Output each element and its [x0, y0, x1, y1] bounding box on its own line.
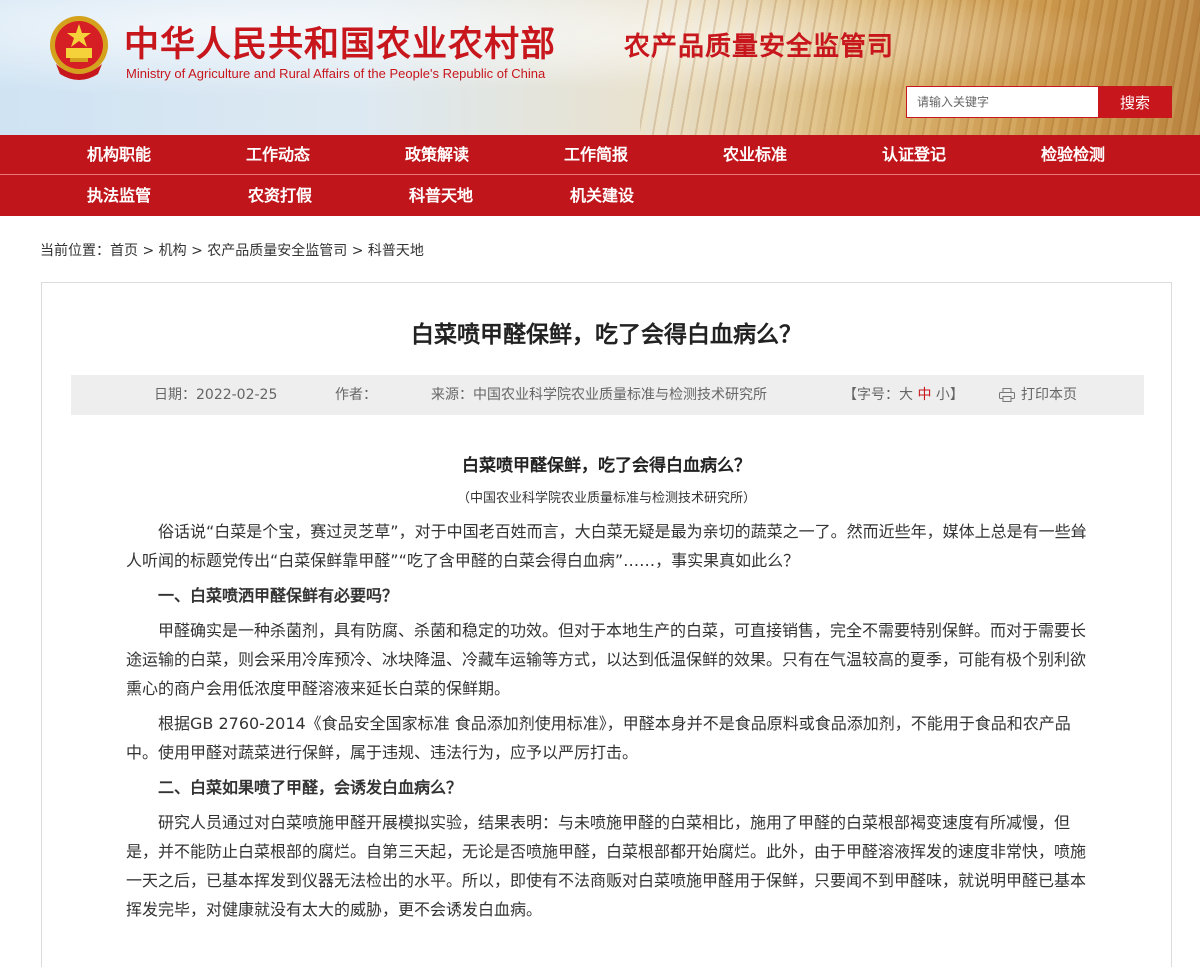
- paragraph-intro: 俗话说“白菜是个宝，赛过灵芝草”，对于中国老百姓而言，大白菜无疑是最为亲切的蔬菜…: [126, 522, 1087, 570]
- site-title-en[interactable]: Ministry of Agriculture and Rural Affair…: [126, 66, 545, 81]
- nav-item-nongzi-dajia[interactable]: 农资打假: [248, 176, 409, 216]
- section-heading-1: 一、白菜喷洒甲醛保鲜有必要吗？: [158, 586, 399, 605]
- nav-item-zhifa-jianguan[interactable]: 执法监管: [0, 176, 248, 216]
- font-size-suffix: 】: [949, 387, 964, 403]
- breadcrumb-item-jigou[interactable]: 机构: [159, 243, 187, 259]
- site-header: 中华人民共和国农业农村部 Ministry of Agriculture and…: [0, 0, 1200, 135]
- nav-item-jianyan-jiance[interactable]: 检验检测: [1041, 135, 1200, 175]
- paragraph-1: 甲醛确实是一种杀菌剂，具有防腐、杀菌和稳定的功效。但对于本地生产的白菜，可直接销…: [126, 621, 1087, 698]
- paragraph-3: 研究人员通过对白菜喷施甲醛开展模拟实验，结果表明：与未喷施甲醛的白菜相比，施用了…: [126, 813, 1087, 919]
- nav-row-1: 机构职能 工作动态 政策解读 工作简报 农业标准 认证登记 检验检测: [0, 135, 1200, 175]
- search-box: 搜索: [906, 86, 1172, 118]
- breadcrumb-item-kepu[interactable]: 科普天地: [368, 243, 424, 259]
- breadcrumb-separator: >: [347, 243, 368, 259]
- search-button[interactable]: 搜索: [1098, 86, 1172, 118]
- meta-author: 作者：: [335, 387, 377, 403]
- breadcrumb-separator: >: [186, 243, 208, 259]
- meta-date: 日期：2022-02-25: [154, 387, 278, 403]
- nav-item-renzheng-dengji[interactable]: 认证登记: [882, 135, 1041, 175]
- article-meta-bar: 日期：2022-02-25 作者： 来源：中国农业科学院农业质量标准与检测技术研…: [71, 375, 1144, 415]
- section-heading-2: 二、白菜如果喷了甲醛，会诱发白血病么？: [158, 778, 463, 797]
- nav-item-zhengce-jiedu[interactable]: 政策解读: [405, 135, 564, 175]
- breadcrumb: 当前位置：首页 > 机构 > 农产品质量安全监管司 > 科普天地: [40, 240, 424, 260]
- nav-item-jigou-zhineng[interactable]: 机构职能: [0, 135, 246, 175]
- national-emblem-icon: [50, 16, 108, 80]
- nav-item-nongye-biaozhun[interactable]: 农业标准: [723, 135, 882, 175]
- font-size-control: 【字号：大 中 小】: [843, 375, 964, 415]
- nav-item-jiguan-jianshe[interactable]: 机关建设: [570, 176, 731, 216]
- article-container: 白菜喷甲醛保鲜，吃了会得白血病么？ 日期：2022-02-25 作者： 来源：中…: [41, 282, 1172, 967]
- article-body: 俗话说“白菜是个宝，赛过灵芝草”，对于中国老百姓而言，大白菜无疑是最为亲切的蔬菜…: [126, 517, 1088, 930]
- font-size-small[interactable]: 小: [936, 387, 950, 403]
- printer-icon: [999, 388, 1015, 402]
- meta-source: 来源：中国农业科学院农业质量标准与检测技术研究所: [431, 387, 767, 403]
- print-page-button[interactable]: 打印本页: [999, 375, 1077, 415]
- breadcrumb-prefix: 当前位置：: [40, 243, 110, 259]
- breadcrumb-item-department[interactable]: 农产品质量安全监管司: [207, 243, 347, 259]
- breadcrumb-separator: >: [138, 243, 159, 259]
- nav-item-kepu-tiandi[interactable]: 科普天地: [409, 176, 570, 216]
- nav-row-2: 执法监管 农资打假 科普天地 机关建设: [0, 176, 1200, 216]
- main-nav: 机构职能 工作动态 政策解读 工作简报 农业标准 认证登记 检验检测 执法监管 …: [0, 135, 1200, 216]
- font-size-prefix: 【字号：: [843, 387, 899, 403]
- site-title-cn[interactable]: 中华人民共和国农业农村部: [124, 16, 556, 67]
- font-size-medium[interactable]: 中: [917, 387, 931, 403]
- department-title[interactable]: 农产品质量安全监管司: [624, 26, 894, 63]
- nav-item-gongzuo-jianbao[interactable]: 工作简报: [564, 135, 723, 175]
- article-title: 白菜喷甲醛保鲜，吃了会得白血病么？: [411, 322, 802, 348]
- breadcrumb-item-home[interactable]: 首页: [110, 243, 138, 259]
- search-input[interactable]: [906, 86, 1098, 118]
- nav-item-gongzuo-dongtai[interactable]: 工作动态: [246, 135, 405, 175]
- paragraph-2: 根据GB 2760-2014《食品安全国家标准 食品添加剂使用标准》，甲醛本身并…: [126, 714, 1071, 762]
- content-sub-source: （中国农业科学院农业质量标准与检测技术研究所）: [456, 491, 756, 506]
- print-page-label: 打印本页: [1021, 387, 1077, 403]
- content-sub-title: 白菜喷甲醛保鲜，吃了会得白血病么？: [462, 456, 751, 476]
- font-size-large[interactable]: 大: [899, 387, 913, 403]
